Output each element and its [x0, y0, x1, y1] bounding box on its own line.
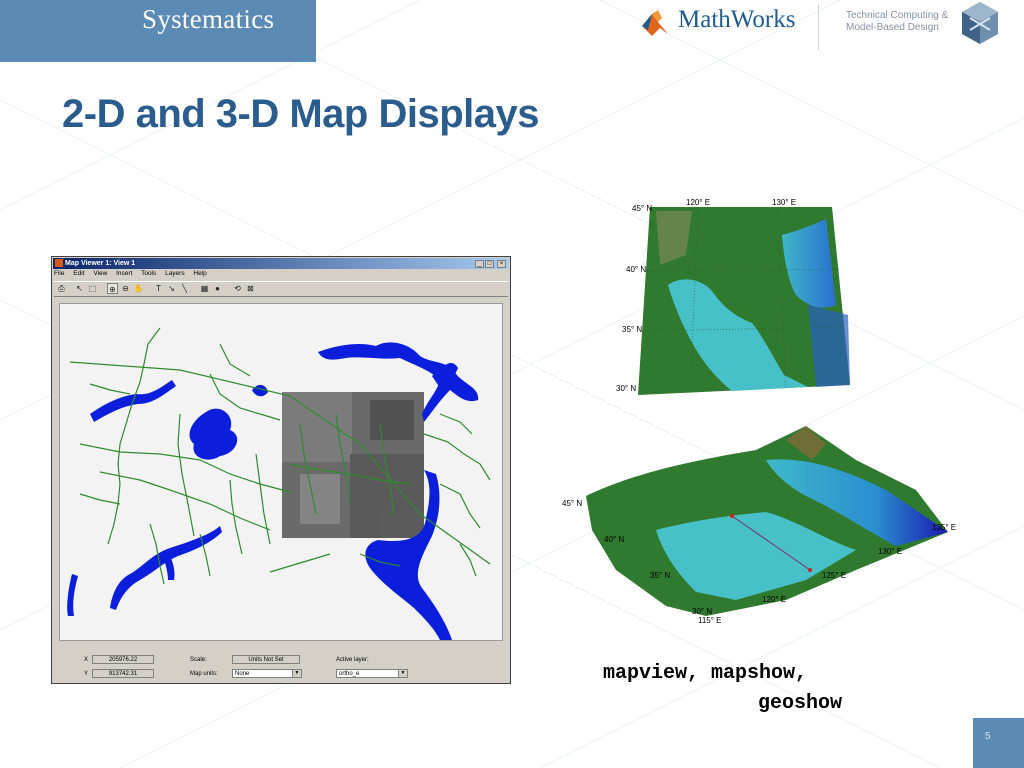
chevron-down-icon[interactable]: ▼ — [292, 670, 301, 677]
lat-3d-45: 45° N — [562, 499, 582, 508]
matlab-app-icon — [55, 259, 63, 267]
text-tool-icon[interactable]: T — [153, 283, 164, 294]
menu-help[interactable]: Help — [193, 270, 206, 277]
print-icon[interactable]: ⎙ — [56, 283, 67, 294]
zoom-out-icon[interactable]: ⊖ — [120, 283, 131, 294]
active-layer-select[interactable]: ortho_e ▼ — [336, 669, 408, 678]
map-units-value: None — [235, 671, 250, 677]
x-coord-label: X — [84, 657, 89, 663]
page-number: 5 — [985, 731, 991, 742]
tagline-line2: Model-Based Design — [846, 22, 939, 33]
commands-line2: geoshow — [758, 692, 843, 715]
zoom-in-icon[interactable]: ⊕ — [107, 283, 118, 294]
datatip-icon[interactable]: ▦ — [199, 283, 210, 294]
menu-view[interactable]: View — [93, 270, 107, 277]
lat-3d-40: 40° N — [604, 535, 624, 544]
window-title: Map Viewer 1: View 1 — [65, 260, 136, 267]
arrow-tool-icon[interactable]: ↘ — [166, 283, 177, 294]
minimize-button[interactable]: _ — [475, 260, 484, 268]
active-layer-value: ortho_e — [339, 671, 360, 677]
lat-3d-35: 35° N — [650, 571, 670, 580]
line-tool-icon[interactable]: ╲ — [179, 283, 190, 294]
menu-edit[interactable]: Edit — [73, 270, 84, 277]
mathworks-logo-text: MathWorks — [678, 6, 796, 33]
city-map[interactable] — [60, 304, 502, 640]
lon-3d-135: 135° E — [932, 523, 956, 532]
scale-label: Scale: — [190, 657, 207, 663]
menu-file[interactable]: File — [54, 270, 64, 277]
header-divider — [818, 4, 819, 50]
map-3d-track-end — [808, 568, 812, 572]
map-3d-display: 45° N 40° N 35° N 30° N 115° E 120° E 12… — [562, 426, 956, 625]
lat-3d-30: 30° N — [692, 607, 712, 616]
tagline-line1: Technical Computing & — [846, 10, 949, 21]
lat-label-40: 40° N — [626, 265, 646, 274]
cube-logo-icon — [962, 2, 998, 44]
lon-3d-125: 125° E — [822, 571, 846, 580]
menu-insert[interactable]: Insert — [116, 270, 132, 277]
x-coord-field: 205976.22 — [92, 655, 154, 664]
page-number-box — [973, 718, 1024, 768]
map-2d-display: 120° E 130° E 45° N 40° N 35° N 30° N — [616, 198, 850, 395]
map-units-select[interactable]: None ▼ — [232, 669, 302, 678]
systematics-logo-text: Systematics — [142, 4, 275, 34]
pan-hand-icon[interactable]: ✋ — [133, 283, 144, 294]
lat-label-35: 35° N — [622, 325, 642, 334]
select-area-icon[interactable]: ⬚ — [87, 283, 98, 294]
info-icon[interactable]: ● — [212, 283, 223, 294]
fit-extent-icon[interactable]: ⊠ — [245, 283, 256, 294]
lon-3d-130: 130° E — [878, 547, 902, 556]
slide-title: 2-D and 3-D Map Displays — [62, 92, 540, 136]
rotate-icon[interactable]: ⟲ — [232, 283, 243, 294]
lat-label-45: 45° N — [632, 204, 652, 213]
menu-tools[interactable]: Tools — [141, 270, 156, 277]
lon-3d-120: 120° E — [762, 595, 786, 604]
tagline: Technical Computing & Model-Based Design — [846, 10, 948, 34]
y-coord-field: 913742.31 — [92, 669, 154, 678]
lon-label-120: 120° E — [686, 198, 710, 207]
menu-layers[interactable]: Layers — [165, 270, 185, 277]
map-viewer-window[interactable]: Map Viewer 1: View 1 _ □ × File Edit Vie… — [51, 256, 511, 684]
window-titlebar[interactable]: Map Viewer 1: View 1 _ □ × — [53, 258, 509, 269]
active-layer-label: Active layer: — [336, 657, 369, 663]
mathworks-membrane-icon — [642, 10, 668, 36]
map-units-label: Map units: — [190, 671, 218, 677]
select-arrow-icon[interactable]: ↖ — [74, 283, 85, 294]
close-button[interactable]: × — [497, 260, 506, 268]
commands-line1: mapview, mapshow, — [603, 662, 808, 685]
map-3d-track-start — [730, 514, 734, 518]
map-canvas[interactable] — [59, 303, 503, 641]
y-coord-label: Y — [84, 671, 89, 677]
lon-label-130: 130° E — [772, 198, 796, 207]
chevron-down-icon[interactable]: ▼ — [398, 670, 407, 677]
lat-label-30: 30° N — [616, 384, 636, 393]
scale-field[interactable]: Units Not Set — [232, 655, 300, 664]
lon-3d-115: 115° E — [698, 616, 722, 625]
maximize-button[interactable]: □ — [485, 260, 494, 268]
toolbar: ⎙ ↖ ⬚ ⊕ ⊖ ✋ T ↘ ╲ ▦ ● ⟲ ⊠ — [54, 281, 508, 297]
menubar: File Edit View Insert Tools Layers Help — [54, 270, 214, 280]
